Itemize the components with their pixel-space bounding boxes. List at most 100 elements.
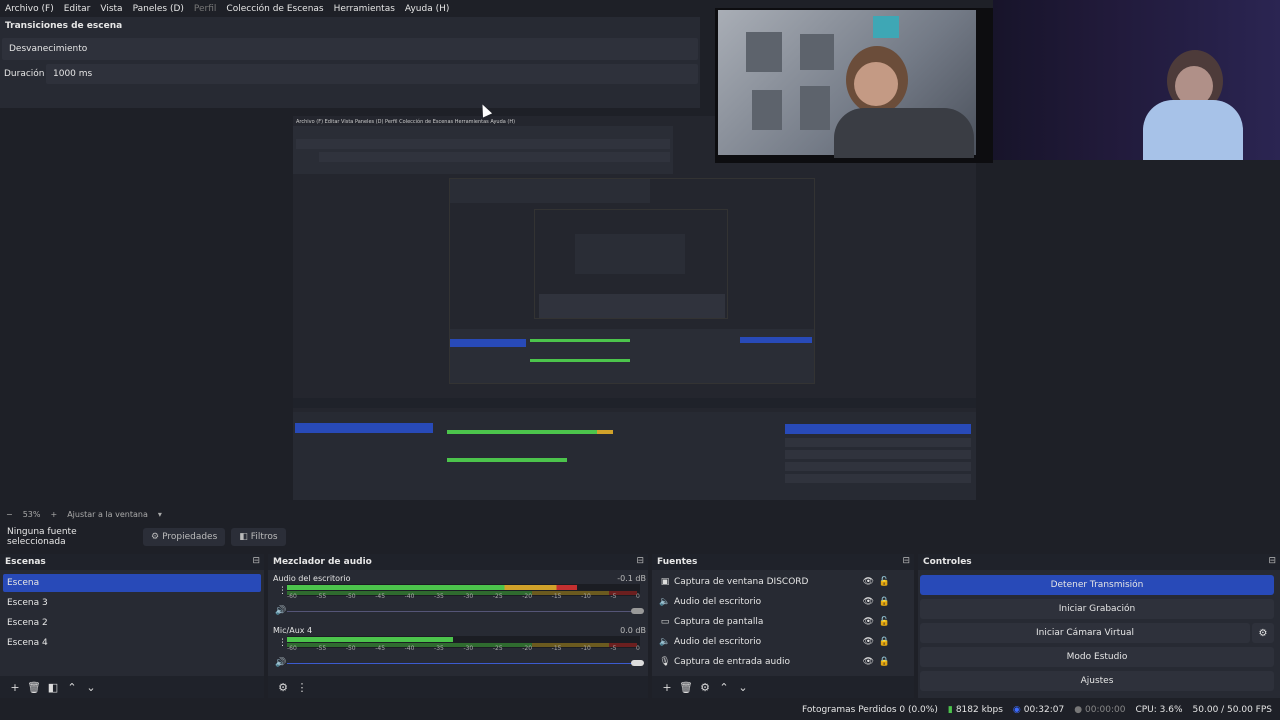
preview-canvas[interactable]: Archivo (F) Editar Vista Paneles (D) Per…: [293, 116, 976, 500]
bitrate: 8182 kbps: [955, 705, 1003, 715]
fit-to-window-select[interactable]: Ajustar a la ventana: [67, 510, 148, 519]
mixer-track-mic-aux: Mic/Aux 4 0.0 dB ⋮ -60 -55 -50 -45 -40 -35 -30…: [271, 626, 648, 676]
scene-item-escena-2[interactable]: Escena 2: [3, 614, 261, 632]
add-icon[interactable]: +: [6, 681, 24, 694]
sources-header: Fuentes ⊟: [652, 554, 914, 570]
track-name: Mic/Aux 4: [273, 626, 313, 635]
menu-scene-collection[interactable]: Colección de Escenas: [226, 4, 323, 14]
gear-icon[interactable]: ⚙: [274, 681, 292, 694]
track-name: Audio del escritorio: [273, 574, 351, 583]
trash-icon[interactable]: 🗑: [677, 681, 695, 694]
source-item[interactable]: 🔈 Audio del escritorio 👁 🔒: [655, 593, 900, 611]
nested-preview-2: [449, 178, 815, 384]
undock-icon[interactable]: ⊟: [1268, 556, 1276, 566]
kebab-icon[interactable]: ⋮: [293, 681, 311, 694]
menu-tools[interactable]: Herramientas: [334, 4, 395, 14]
audio-mixer-header: Mezclador de audio ⊟: [268, 554, 648, 570]
properties-button[interactable]: ⚙ Propiedades: [143, 528, 226, 546]
eye-icon[interactable]: 👁: [863, 657, 874, 667]
eye-icon[interactable]: 👁: [863, 617, 874, 627]
unlock-icon[interactable]: 🔓: [879, 617, 890, 627]
undock-icon[interactable]: ⊟: [636, 556, 644, 566]
kebab-icon[interactable]: ⋮: [278, 638, 287, 648]
eye-icon[interactable]: 👁: [863, 597, 874, 607]
menu-view[interactable]: Vista: [100, 4, 122, 14]
down-arrow-icon[interactable]: ⌄: [82, 681, 100, 694]
eye-icon[interactable]: 👁: [863, 577, 874, 587]
no-source-label: Ninguna fuente seleccionada: [7, 527, 77, 547]
menu-bar: Archivo (F) Editar Vista Paneles (D) Per…: [0, 0, 700, 17]
filter-icon[interactable]: ◧: [44, 681, 62, 694]
up-arrow-icon[interactable]: ⌃: [715, 681, 733, 694]
meter-scale: -60 -55 -50 -45 -40 -35 -30 -25 -20 -15 -10 -5 0: [287, 593, 640, 600]
track-db: 0.0 dB: [620, 626, 646, 635]
gear-icon[interactable]: ⚙: [696, 681, 714, 694]
zoom-out-button[interactable]: −: [6, 510, 13, 519]
scenes-toolbar: + 🗑 ◧ ⌃ ⌄: [0, 676, 264, 698]
nested-select: [296, 139, 670, 149]
scene-transitions-title: Transiciones de escena: [5, 21, 123, 31]
menu-file[interactable]: Archivo (F): [5, 4, 54, 14]
webcam-overlay: [715, 8, 993, 163]
menu-help[interactable]: Ayuda (H): [405, 4, 449, 14]
mixer-track-desktop-audio: Audio del escritorio -0.1 dB ⋮ -60 -55 -50…: [271, 574, 648, 624]
lock-icon[interactable]: 🔒: [879, 637, 890, 647]
scene-item-escena[interactable]: Escena: [3, 574, 261, 592]
undock-icon[interactable]: ⊟: [902, 556, 910, 566]
speaker-icon[interactable]: 🔊: [275, 658, 286, 668]
up-arrow-icon[interactable]: ⌃: [63, 681, 81, 694]
start-virtual-camera-button[interactable]: Iniciar Cámara Virtual: [920, 623, 1250, 643]
fps: 50.00 / 50.00 FPS: [1192, 705, 1272, 715]
speaker-icon: 🔈: [659, 597, 671, 607]
start-recording-button[interactable]: Iniciar Grabación: [920, 599, 1274, 619]
scene-item-escena-4[interactable]: Escena 4: [3, 634, 261, 652]
scene-item-escena-3[interactable]: Escena 3: [3, 594, 261, 612]
nested-preview-3: [534, 209, 728, 319]
sources-toolbar: + 🗑 ⚙ ⌃ ⌄: [652, 676, 914, 698]
webcam-image: [718, 10, 976, 158]
trash-icon[interactable]: 🗑: [25, 681, 43, 694]
menu-docks[interactable]: Paneles (D): [133, 4, 184, 14]
nested-duration: [319, 152, 670, 162]
undock-icon[interactable]: ⊟: [252, 556, 260, 566]
transition-type-select[interactable]: Desvanecimiento: [2, 38, 698, 60]
down-arrow-icon[interactable]: ⌄: [734, 681, 752, 694]
track-db: -0.1 dB: [617, 574, 646, 583]
add-icon[interactable]: +: [658, 681, 676, 694]
zoom-in-button[interactable]: +: [50, 510, 57, 519]
menu-edit[interactable]: Editar: [64, 4, 91, 14]
volume-slider[interactable]: 🔊: [271, 658, 648, 668]
chevron-down-icon[interactable]: ▾: [158, 510, 162, 519]
lock-icon[interactable]: 🔒: [879, 597, 890, 607]
meter-scale: -60 -55 -50 -45 -40 -35 -30 -25 -20 -15 -10 -5 0: [287, 645, 640, 652]
unlock-icon[interactable]: 🔓: [879, 577, 890, 587]
filters-button[interactable]: ◧ Filtros: [231, 528, 286, 546]
record-icon: ●: [1074, 705, 1083, 715]
studio-mode-button[interactable]: Modo Estudio: [920, 647, 1274, 667]
dropped-frames: Fotogramas Perdidos 0 (0.0%): [802, 705, 938, 715]
stop-stream-button[interactable]: Detener Transmisión: [920, 575, 1274, 595]
nested-transition-panel: [293, 126, 673, 174]
controls-dock: Controles ⊟ Detener Transmisión Iniciar G…: [918, 554, 1280, 698]
kebab-icon[interactable]: ⋮: [278, 586, 287, 596]
nested-menu: Archivo (F) Editar Vista Paneles (D) Per…: [296, 119, 516, 125]
cpu-usage: CPU: 3.6%: [1135, 705, 1183, 715]
monitor-icon: ▭: [660, 617, 670, 627]
duration-field[interactable]: 1000 ms: [46, 64, 698, 84]
virtual-camera-settings-icon[interactable]: ⚙: [1252, 623, 1274, 643]
speaker-icon[interactable]: 🔊: [275, 606, 286, 616]
status-bar: Fotogramas Perdidos 0 (0.0%) ▮ 8182 kbps…: [0, 700, 1280, 720]
settings-button[interactable]: Ajustes: [920, 671, 1274, 691]
lock-icon[interactable]: 🔒: [879, 657, 890, 667]
audio-mixer-dock: Mezclador de audio ⊟ Audio del escritorio…: [268, 554, 648, 698]
zoom-bar: − 53% + Ajustar a la ventana ▾: [0, 508, 1280, 520]
source-item[interactable]: 🔈 Audio del escritorio 👁 🔒: [655, 633, 900, 651]
volume-slider[interactable]: 🔊: [271, 606, 648, 616]
window-icon: ▣: [660, 577, 670, 587]
eye-icon[interactable]: 👁: [863, 637, 874, 647]
source-item[interactable]: ▭ Captura de pantalla 👁 🔓: [655, 613, 900, 631]
source-item[interactable]: ▣ Captura de ventana DISCORD 👁 🔓: [655, 573, 900, 591]
menu-profile[interactable]: Perfil: [194, 4, 217, 14]
speaker-icon: 🔈: [659, 637, 671, 647]
source-item[interactable]: 🎙 Captura de entrada audio 👁 🔒: [655, 653, 900, 671]
